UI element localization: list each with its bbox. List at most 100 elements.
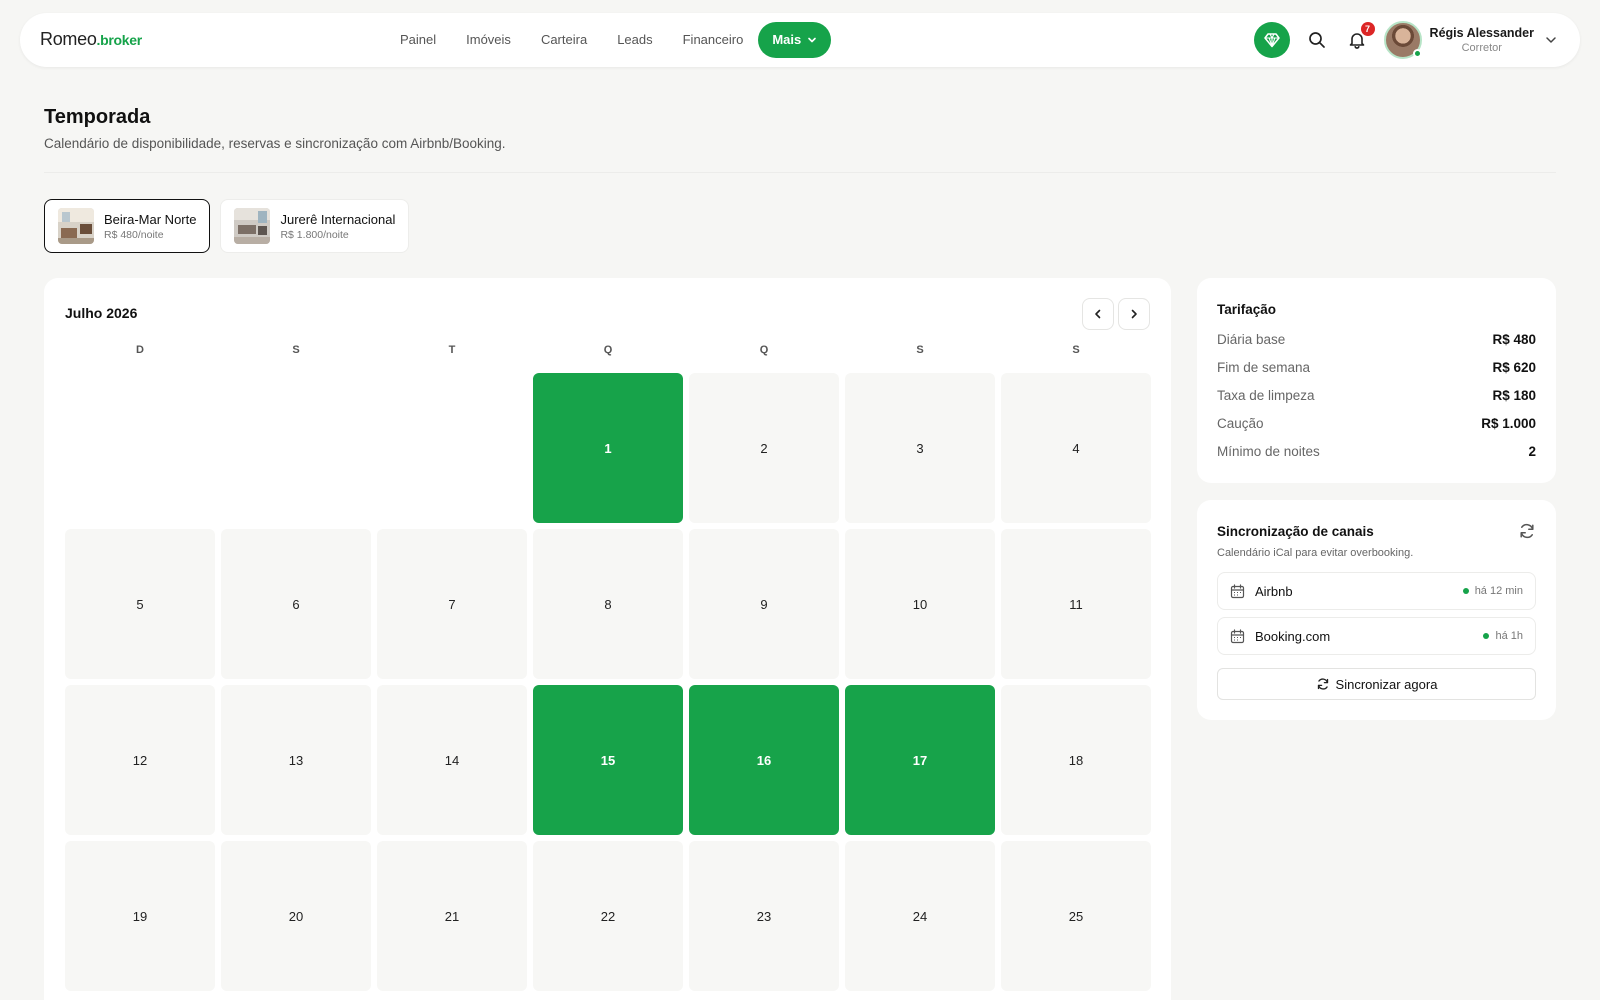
calendar-empty-cell [221,373,371,523]
property-price: R$ 480/noite [104,228,164,241]
nav-more-button[interactable]: Mais [758,22,832,58]
calendar-icon [1230,583,1245,598]
calendar-day[interactable]: 14 [377,685,527,835]
rate-value: R$ 180 [1492,388,1536,403]
pricing-title: Tarifação [1217,302,1277,317]
nav-more-label: Mais [772,32,802,47]
calendar-day-booked[interactable]: 1 [533,373,683,523]
brand-suffix: .broker [96,32,143,48]
calendar-day-booked[interactable]: 17 [845,685,995,835]
sync-now-label: Sincronizar agora [1335,676,1438,692]
calendar-day[interactable]: 5 [65,529,215,679]
calendar-day-booked[interactable]: 16 [689,685,839,835]
calendar-day[interactable]: 22 [533,841,683,991]
calendar-day[interactable]: 13 [221,685,371,835]
rate-value: 2 [1528,444,1536,459]
property-thumbnail [58,208,94,244]
channel-last-sync: há 12 min [1474,585,1523,597]
calendar-empty-cell [65,373,215,523]
next-month-button[interactable] [1118,298,1150,330]
rate-value: R$ 1.000 [1481,416,1536,431]
sync-status-dot [1483,633,1490,639]
property-name: Jurerê Internacional [280,211,396,227]
property-card-jurere-internacional[interactable]: Jurerê Internacional R$ 1.800/noite [220,199,410,253]
chevron-left-icon [1095,309,1101,319]
refresh-icon[interactable] [1518,522,1536,540]
calendar-day[interactable]: 19 [65,841,215,991]
notification-count-badge: 7 [1360,22,1375,36]
calendar-day[interactable]: 20 [221,841,371,991]
section-divider [44,172,1556,173]
notifications-button[interactable]: 7 [1344,22,1375,53]
calendar-day[interactable]: 4 [1001,373,1151,523]
calendar-icon [1230,628,1245,643]
weekday-label: T [448,344,456,356]
calendar-day[interactable]: 7 [377,529,527,679]
rate-label: Caução [1217,416,1264,431]
calendar-day[interactable]: 12 [65,685,215,835]
property-price: R$ 1.800/noite [280,228,349,241]
calendar-day-booked[interactable]: 15 [533,685,683,835]
calendar-day[interactable]: 11 [1001,529,1151,679]
user-menu[interactable]: Régis Alessander Corretor [1430,26,1534,54]
search-icon [1308,32,1325,48]
rate-row-base: Diária base R$ 480 [1217,332,1536,347]
channel-name: Airbnb [1255,583,1293,599]
rate-label: Taxa de limpeza [1217,388,1315,403]
channel-row-booking[interactable]: Booking.com há 1h [1217,617,1536,655]
calendar-day[interactable]: 8 [533,529,683,679]
property-selector: Beira-Mar Norte R$ 480/noite Jurerê Inte… [44,199,410,253]
weekday-label: S [292,344,300,356]
sync-subtitle: Calendário iCal para evitar overbooking. [1217,547,1414,559]
nav-item-financeiro[interactable]: Financeiro [668,22,759,58]
pricing-card: Tarifação Diária base R$ 480 Fim de sema… [1197,278,1556,483]
premium-button[interactable] [1253,22,1290,58]
page-title: Temporada [44,106,151,128]
rate-row-cleaning: Taxa de limpeza R$ 180 [1217,388,1536,403]
rate-value: R$ 620 [1492,360,1536,375]
nav-item-leads[interactable]: Leads [602,22,667,58]
sync-now-button[interactable]: Sincronizar agora [1217,668,1536,700]
rate-row-min-nights: Mínimo de noites 2 [1217,444,1536,459]
diamond-icon [1263,33,1280,48]
calendar-day[interactable]: 24 [845,841,995,991]
online-status-dot [1412,49,1422,58]
search-button[interactable] [1304,27,1330,53]
channel-last-sync: há 1h [1495,630,1523,642]
calendar-day[interactable]: 10 [845,529,995,679]
calendar-day-grid: 1 2 3 4 5 6 7 8 9 10 11 12 13 14 15 16 17 18 19 20 21 22 23 24 2… [65,373,1151,991]
calendar-day[interactable]: 9 [689,529,839,679]
calendar-month-label: Julho 2026 [65,305,138,321]
nav-item-carteira[interactable]: Carteira [526,22,602,58]
chevron-down-icon[interactable] [1544,33,1558,47]
rate-row-weekend: Fim de semana R$ 620 [1217,360,1536,375]
weekday-label: Q [603,344,613,356]
calendar-day[interactable]: 6 [221,529,371,679]
user-avatar[interactable] [1383,21,1422,59]
nav-item-painel[interactable]: Painel [385,22,451,58]
property-card-beira-mar-norte[interactable]: Beira-Mar Norte R$ 480/noite [44,199,211,253]
brand-name: Romeo [40,29,97,49]
weekday-header: DSTQQSS [65,344,1151,356]
nav-item-imoveis[interactable]: Imóveis [451,22,526,58]
calendar-day[interactable]: 23 [689,841,839,991]
rate-value: R$ 480 [1492,332,1536,347]
calendar-day[interactable]: 25 [1001,841,1151,991]
calendar-empty-cell [377,373,527,523]
channel-row-airbnb[interactable]: Airbnb há 12 min [1217,572,1536,610]
weekday-label: D [136,344,144,356]
brand-logo[interactable]: Romeo.broker [40,29,142,50]
calendar-day[interactable]: 2 [689,373,839,523]
sync-title: Sincronização de canais [1217,524,1374,539]
rate-label: Diária base [1217,332,1286,347]
availability-calendar: Julho 2026 DSTQQSS 1 2 3 4 5 6 7 8 9 10 11 12 13 14 15… [44,278,1171,1000]
calendar-day[interactable]: 21 [377,841,527,991]
previous-month-button[interactable] [1082,298,1114,330]
user-role: Corretor [1461,42,1502,54]
weekday-label: Q [759,344,769,356]
calendar-day[interactable]: 3 [845,373,995,523]
top-navigation-bar: Romeo.broker Painel Imóveis Carteira Lea… [20,13,1580,67]
property-thumbnail [234,208,271,244]
calendar-navigation [1082,298,1150,330]
calendar-day[interactable]: 18 [1001,685,1151,835]
